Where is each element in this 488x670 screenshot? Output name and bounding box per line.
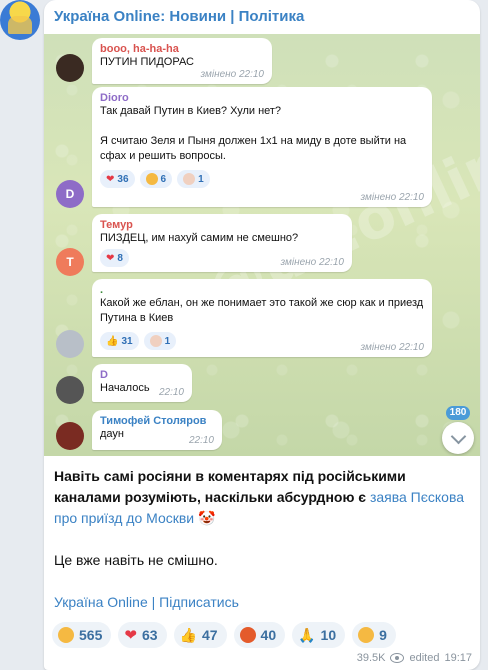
- reaction-laugh[interactable]: 565: [52, 622, 112, 648]
- clown-icon: [149, 335, 162, 347]
- heart-icon: ❤: [124, 627, 137, 644]
- post-text: Навіть самі росіяни в коментарях під рос…: [54, 468, 465, 526]
- comment-time: 22:10: [158, 387, 184, 398]
- comment-bubble: Тимофей Столяров даун 22:10: [92, 410, 222, 450]
- message-time: 19:17: [444, 652, 472, 664]
- comment-reaction[interactable]: 1: [177, 170, 210, 188]
- comment-reaction[interactable]: ❤ 8: [100, 249, 129, 267]
- comment-reactions: ❤ 36 6 1: [100, 170, 424, 188]
- comment-time: змінено 22:10: [360, 342, 424, 353]
- reaction-cry[interactable]: 9: [352, 622, 396, 648]
- scroll-down-button[interactable]: [442, 422, 474, 454]
- angry-icon: [239, 627, 256, 643]
- comment-bubble: D Началось 22:10: [92, 364, 192, 402]
- heart-icon: ❤: [106, 173, 115, 185]
- commenter-avatar: [56, 422, 84, 450]
- reaction-heart[interactable]: ❤ 63: [118, 622, 167, 648]
- comment-time: змінено 22:10: [200, 69, 264, 80]
- eye-icon: [390, 653, 405, 663]
- unread-count-badge: 180: [446, 406, 470, 420]
- thumbs-up-icon: 👍: [179, 626, 197, 643]
- post-text-line2: Це вже навіть не смішно.: [54, 552, 218, 568]
- commenter-avatar: [56, 330, 84, 358]
- subscribe-link[interactable]: Україна Online | Підписатись: [54, 594, 239, 610]
- cry-icon: [358, 627, 375, 643]
- commenter-avatar: [56, 376, 84, 404]
- channel-title[interactable]: Україна Online: Новини | Політика: [54, 8, 304, 25]
- comment-bubble: Dioro Так давай Путин в Киев? Хули нет? …: [92, 87, 432, 207]
- comment-reaction[interactable]: 👍 31: [100, 332, 139, 350]
- commenter-name: Dioro: [100, 92, 129, 104]
- message-bubble: Україна Online: Новини | Політика @ua.on…: [44, 0, 480, 670]
- message-meta: 39.5K edited 19:17: [357, 652, 472, 664]
- comment-text: ПИЗДЕЦ, им нахуй самим не смешно?: [100, 232, 299, 244]
- commenter-avatar: Т: [56, 248, 84, 276]
- view-count: 39.5K: [356, 652, 386, 664]
- heart-icon: ❤: [106, 252, 115, 264]
- comment-bubble: booo, ha-ha-ha ПУТИН ПИДОРАС змінено 22:…: [92, 38, 272, 84]
- comment-time: змінено 22:10: [360, 192, 424, 203]
- commenter-name: Темур: [100, 219, 133, 231]
- comments-screenshot[interactable]: @ua.online booo, ha-ha-ha ПУТИН ПИДОРАС …: [44, 34, 480, 456]
- reaction-thumbs-up[interactable]: 👍 47: [173, 622, 227, 648]
- commenter-avatar: D: [56, 180, 84, 208]
- comment-text: Так давай Путин в Киев? Хули нет? Я счит…: [100, 105, 407, 162]
- commenter-name: booo, ha-ha-ha: [100, 43, 179, 55]
- reaction-angry[interactable]: 40: [233, 622, 286, 648]
- comment-bubble: . Какой же еблан, он же понимает это так…: [92, 279, 432, 357]
- commenter-name: .: [100, 284, 104, 296]
- edited-label: edited: [409, 652, 440, 664]
- clown-icon: [183, 173, 196, 185]
- laugh-icon: [145, 173, 158, 185]
- commenter-name: D: [100, 369, 108, 381]
- comment-reaction[interactable]: 6: [139, 170, 173, 188]
- comment-text: ПУТИН ПИДОРАС: [100, 56, 194, 68]
- reaction-pray[interactable]: 🙏 10: [292, 622, 346, 648]
- channel-avatar[interactable]: [0, 0, 40, 40]
- comment-reaction[interactable]: 1: [143, 332, 177, 350]
- reactions-bar: 565 ❤ 63 👍 47 40 🙏 10 9: [52, 622, 396, 648]
- laugh-icon: [58, 627, 74, 643]
- comment-bubble: Темур ПИЗДЕЦ, им нахуй самим не смешно? …: [92, 214, 352, 272]
- comment-time: змінено 22:10: [280, 257, 344, 268]
- commenter-avatar: [56, 54, 84, 82]
- comment-reaction[interactable]: ❤ 36: [100, 170, 135, 188]
- pray-icon: 🙏: [298, 626, 316, 643]
- thumbs-up-icon: 👍: [106, 335, 119, 347]
- comment-text: Какой же еблан, он же понимает это такой…: [100, 297, 424, 324]
- commenter-name: Тимофей Столяров: [100, 415, 207, 427]
- comment-time: 22:10: [188, 435, 214, 446]
